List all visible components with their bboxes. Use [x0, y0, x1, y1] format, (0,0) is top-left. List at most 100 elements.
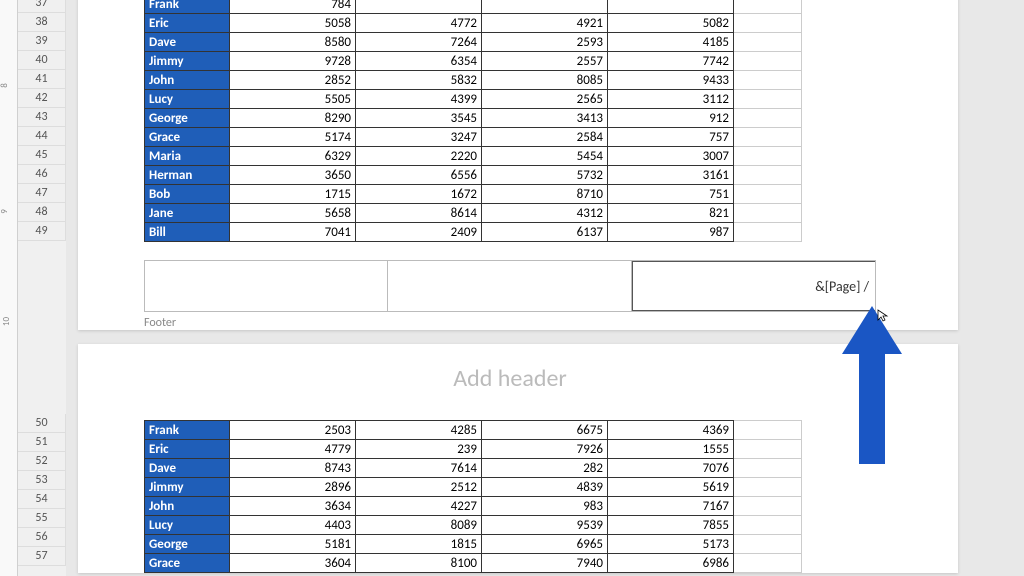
value-cell[interactable]: 282 — [482, 459, 608, 478]
value-cell[interactable]: 5505 — [230, 90, 356, 109]
table-row[interactable]: Lucy5505439925653112 — [145, 90, 802, 109]
value-cell[interactable]: 3604 — [230, 554, 356, 573]
row-number[interactable]: 42 — [18, 89, 66, 108]
row-number[interactable]: 48 — [18, 203, 66, 222]
table-row[interactable]: Jimmy2896251248395619 — [145, 478, 802, 497]
add-header-placeholder[interactable]: Add header — [144, 364, 876, 393]
row-number[interactable]: 43 — [18, 108, 66, 127]
name-cell[interactable]: Lucy — [145, 516, 230, 535]
value-cell[interactable]: 6556 — [356, 166, 482, 185]
table-row[interactable]: Herman3650655657323161 — [145, 166, 802, 185]
row-number[interactable]: 37 — [18, 0, 66, 13]
empty-cell[interactable] — [734, 109, 802, 128]
empty-cell[interactable] — [734, 478, 802, 497]
table-row[interactable]: Dave8580726425934185 — [145, 33, 802, 52]
table-row[interactable]: John2852583280859433 — [145, 71, 802, 90]
value-cell[interactable]: 8085 — [482, 71, 608, 90]
value-cell[interactable]: 983 — [482, 497, 608, 516]
value-cell[interactable]: 1815 — [356, 535, 482, 554]
value-cell[interactable]: 4403 — [230, 516, 356, 535]
empty-cell[interactable] — [734, 0, 802, 14]
name-cell[interactable]: George — [145, 535, 230, 554]
empty-cell[interactable] — [734, 440, 802, 459]
value-cell[interactable]: 1715 — [230, 185, 356, 204]
empty-cell[interactable] — [734, 71, 802, 90]
value-cell[interactable]: 9433 — [608, 71, 734, 90]
value-cell[interactable]: 2512 — [356, 478, 482, 497]
footer-right[interactable]: &[Page] / — [632, 261, 875, 311]
value-cell[interactable]: 2220 — [356, 147, 482, 166]
value-cell[interactable]: 7614 — [356, 459, 482, 478]
empty-cell[interactable] — [734, 14, 802, 33]
value-cell[interactable]: 7264 — [356, 33, 482, 52]
empty-cell[interactable] — [734, 52, 802, 71]
row-number[interactable]: 47 — [18, 184, 66, 203]
value-cell[interactable]: 7167 — [608, 497, 734, 516]
value-cell[interactable]: 6675 — [482, 421, 608, 440]
empty-cell[interactable] — [734, 204, 802, 223]
table-row[interactable]: Frank784 — [145, 0, 802, 14]
value-cell[interactable]: 8100 — [356, 554, 482, 573]
value-cell[interactable]: 5173 — [608, 535, 734, 554]
row-number[interactable]: 41 — [18, 70, 66, 89]
value-cell[interactable]: 2503 — [230, 421, 356, 440]
empty-cell[interactable] — [734, 516, 802, 535]
value-cell[interactable] — [608, 0, 734, 14]
value-cell[interactable]: 5658 — [230, 204, 356, 223]
value-cell[interactable]: 3650 — [230, 166, 356, 185]
name-cell[interactable]: Eric — [145, 440, 230, 459]
value-cell[interactable]: 4399 — [356, 90, 482, 109]
value-cell[interactable]: 5454 — [482, 147, 608, 166]
value-cell[interactable]: 7041 — [230, 223, 356, 242]
value-cell[interactable]: 1672 — [356, 185, 482, 204]
value-cell[interactable]: 5174 — [230, 128, 356, 147]
value-cell[interactable] — [482, 0, 608, 14]
value-cell[interactable]: 987 — [608, 223, 734, 242]
value-cell[interactable]: 757 — [608, 128, 734, 147]
value-cell[interactable]: 4921 — [482, 14, 608, 33]
table-row[interactable]: Maria6329222054543007 — [145, 147, 802, 166]
value-cell[interactable]: 3545 — [356, 109, 482, 128]
row-number[interactable]: 56 — [18, 528, 66, 547]
empty-cell[interactable] — [734, 497, 802, 516]
value-cell[interactable]: 5619 — [608, 478, 734, 497]
table-row[interactable]: Bob171516728710751 — [145, 185, 802, 204]
value-cell[interactable]: 8290 — [230, 109, 356, 128]
value-cell[interactable]: 7926 — [482, 440, 608, 459]
value-cell[interactable]: 2593 — [482, 33, 608, 52]
empty-cell[interactable] — [734, 223, 802, 242]
value-cell[interactable]: 4369 — [608, 421, 734, 440]
value-cell[interactable]: 4772 — [356, 14, 482, 33]
value-cell[interactable]: 6965 — [482, 535, 608, 554]
value-cell[interactable]: 5181 — [230, 535, 356, 554]
row-number[interactable]: 39 — [18, 32, 66, 51]
value-cell[interactable]: 7940 — [482, 554, 608, 573]
value-cell[interactable]: 6986 — [608, 554, 734, 573]
name-cell[interactable]: Grace — [145, 554, 230, 573]
value-cell[interactable]: 5832 — [356, 71, 482, 90]
row-number[interactable]: 53 — [18, 471, 66, 490]
table-row[interactable]: Bill704124096137987 — [145, 223, 802, 242]
value-cell[interactable]: 2896 — [230, 478, 356, 497]
value-cell[interactable]: 3634 — [230, 497, 356, 516]
table-row[interactable]: Jane565886144312821 — [145, 204, 802, 223]
table-row[interactable]: Grace3604810079406986 — [145, 554, 802, 573]
data-table-2[interactable]: Frank2503428566754369Eric477923979261555… — [144, 420, 802, 573]
name-cell[interactable]: Eric — [145, 14, 230, 33]
value-cell[interactable]: 9728 — [230, 52, 356, 71]
table-row[interactable]: Frank2503428566754369 — [145, 421, 802, 440]
name-cell[interactable]: Bill — [145, 223, 230, 242]
table-row[interactable]: George829035453413912 — [145, 109, 802, 128]
name-cell[interactable]: Lucy — [145, 90, 230, 109]
value-cell[interactable]: 4839 — [482, 478, 608, 497]
row-number[interactable]: 52 — [18, 452, 66, 471]
value-cell[interactable]: 751 — [608, 185, 734, 204]
row-number[interactable]: 44 — [18, 127, 66, 146]
name-cell[interactable]: Dave — [145, 33, 230, 52]
empty-cell[interactable] — [734, 554, 802, 573]
value-cell[interactable]: 239 — [356, 440, 482, 459]
value-cell[interactable]: 1555 — [608, 440, 734, 459]
table-row[interactable]: Jimmy9728635425577742 — [145, 52, 802, 71]
value-cell[interactable]: 7076 — [608, 459, 734, 478]
value-cell[interactable]: 4185 — [608, 33, 734, 52]
